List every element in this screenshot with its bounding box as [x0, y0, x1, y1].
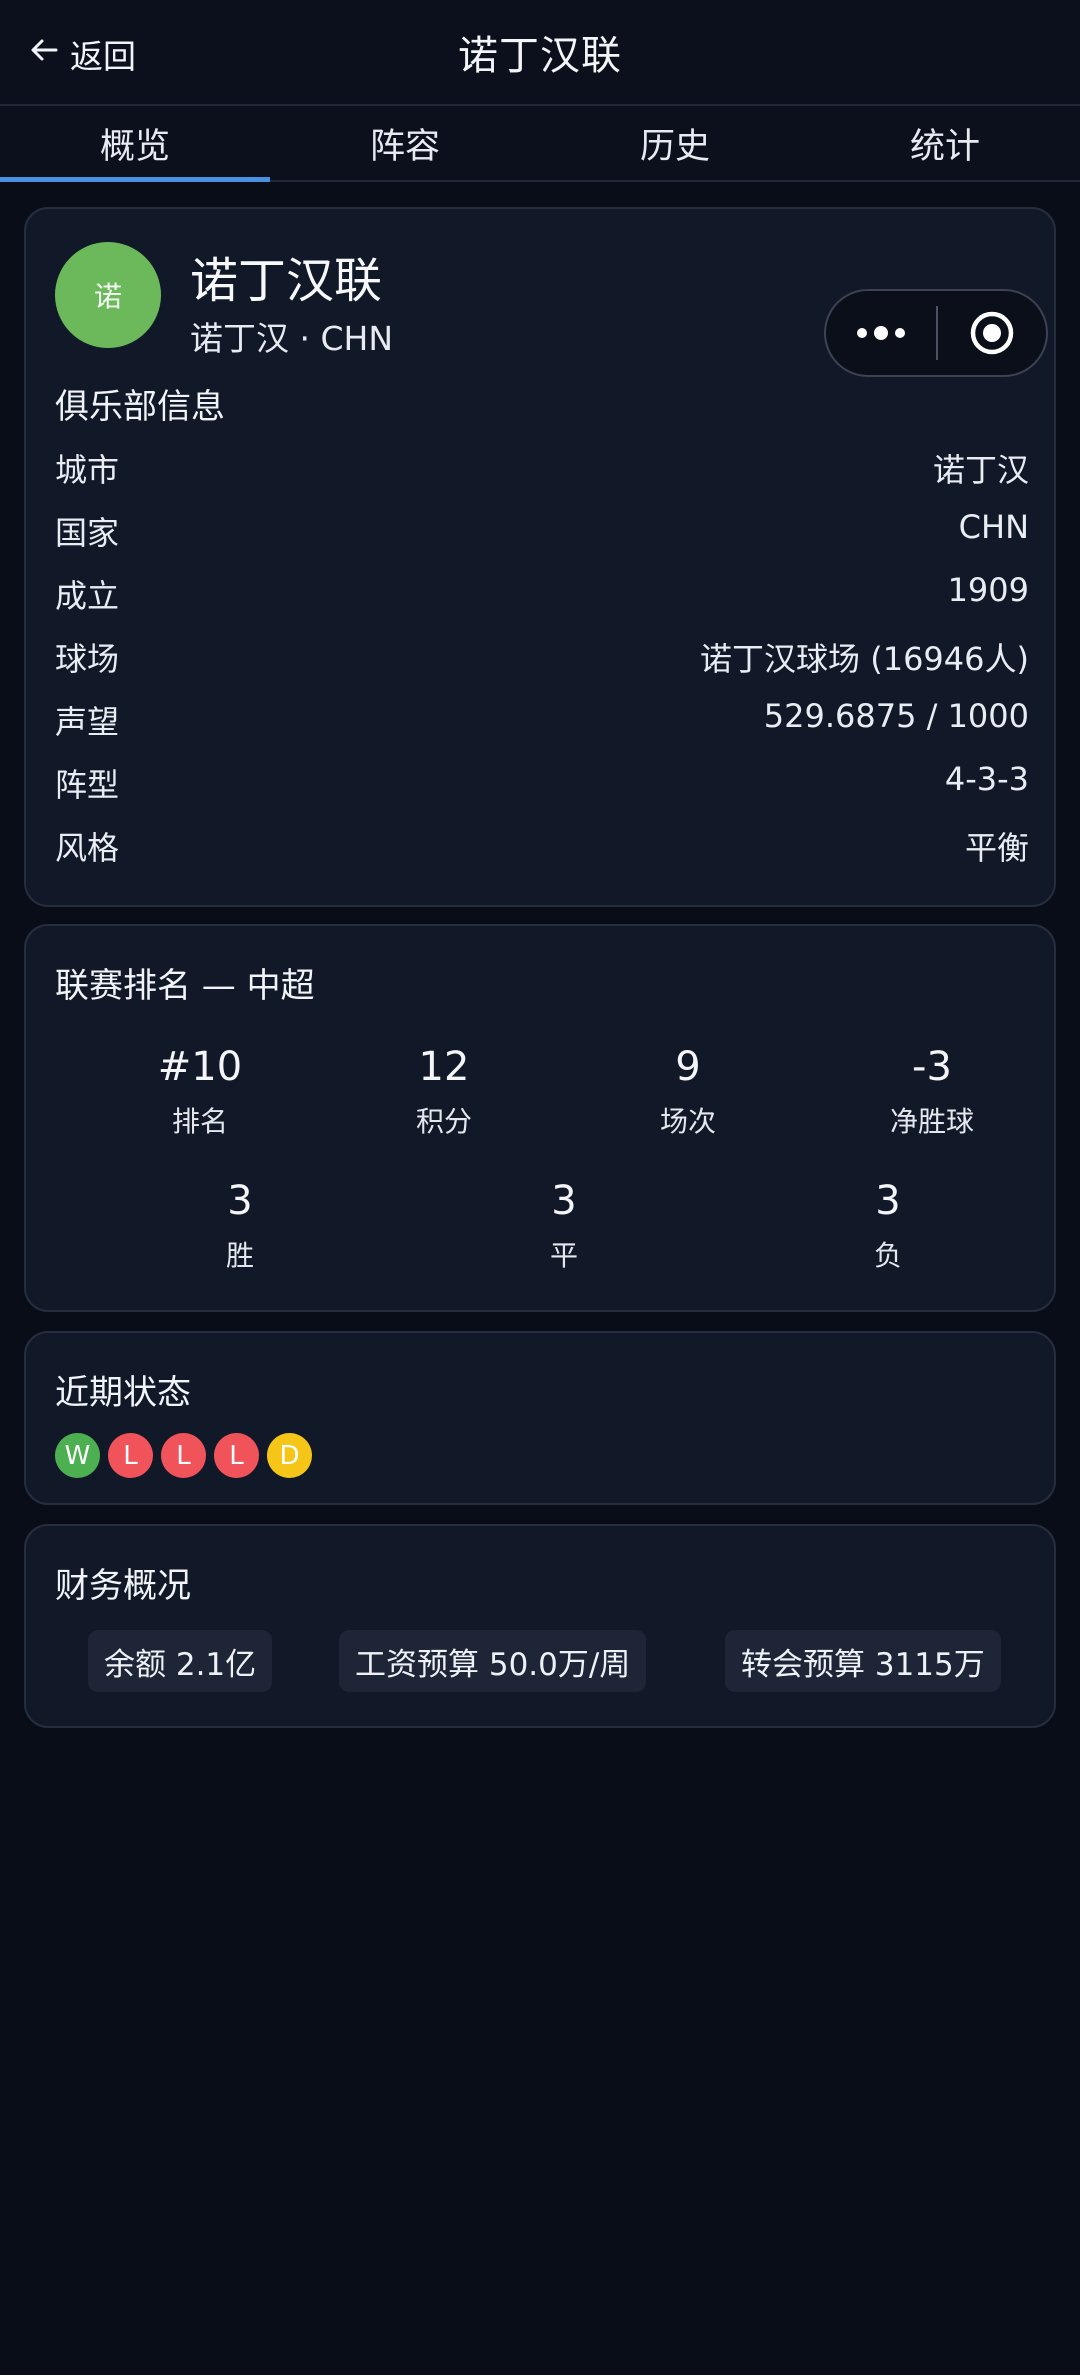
stat-value: 12 — [418, 1044, 470, 1090]
info-row-style: 风格 平衡 — [55, 823, 1029, 869]
info-value: 诺丁汉 — [932, 451, 1029, 489]
stat-value: 3 — [551, 1178, 577, 1224]
top-bar: 返回 诺丁汉联 — [0, 0, 1080, 104]
recent-form-card: 近期状态 W L L L D — [24, 1331, 1056, 1505]
target-close-icon — [970, 311, 1014, 355]
tab-history[interactable]: 历史 — [540, 106, 810, 180]
page-title: 诺丁汉联 — [458, 33, 622, 79]
club-detail-page: 返回 诺丁汉联 概览 阵容 历史 统计 诺 诺丁汉联 诺丁汉 · CHN 俱乐部… — [0, 0, 1080, 2375]
stat-label: 负 — [873, 1239, 902, 1272]
miniprogram-capsule — [824, 289, 1048, 377]
league-title: 联赛排名 — 中超 — [55, 966, 315, 1006]
info-label: 阵型 — [55, 766, 120, 804]
stat-label: 净胜球 — [889, 1105, 974, 1138]
stat-value: 9 — [675, 1044, 701, 1090]
stat-value: -3 — [912, 1044, 952, 1090]
info-row-reputation: 声望 529.6875 / 1000 — [55, 697, 1029, 743]
stat-label: 积分 — [415, 1105, 472, 1138]
transfer-budget-chip: 转会预算 3115万 — [725, 1630, 1001, 1692]
stat-goal-diff: -3 净胜球 — [852, 1044, 1012, 1140]
stat-label: 场次 — [659, 1105, 716, 1138]
more-dot-right — [895, 328, 905, 338]
stat-label: 平 — [549, 1239, 578, 1272]
info-value: 1909 — [947, 571, 1029, 609]
stat-value: 3 — [227, 1178, 253, 1224]
info-value: 529.6875 / 1000 — [763, 697, 1029, 735]
back-label: 返回 — [70, 37, 136, 76]
tab-squad[interactable]: 阵容 — [270, 106, 540, 180]
stat-label: 胜 — [225, 1239, 254, 1272]
info-label: 风格 — [55, 829, 120, 867]
info-value: CHN — [958, 508, 1029, 546]
avatar-text: 诺 — [93, 280, 122, 313]
arrow-left-icon — [28, 34, 60, 74]
form-results: W L L L D — [55, 1433, 312, 1478]
info-value: 诺丁汉球场 (16946人) — [700, 640, 1029, 678]
info-row-formation: 阵型 4-3-3 — [55, 760, 1029, 806]
stat-points: 12 积分 — [364, 1044, 524, 1140]
info-row-city: 城市 诺丁汉 — [55, 445, 1029, 491]
stat-draws: 3 平 — [484, 1178, 644, 1274]
info-value: 平衡 — [964, 829, 1029, 867]
wage-budget-chip: 工资预算 50.0万/周 — [339, 1630, 647, 1692]
stat-rank: #10 排名 — [120, 1044, 280, 1140]
league-standing-card: 联赛排名 — 中超 #10 排名 12 积分 9 场次 -3 净胜球 3 胜 3… — [24, 924, 1056, 1312]
stat-label: 排名 — [171, 1105, 228, 1138]
info-row-country: 国家 CHN — [55, 508, 1029, 554]
finance-title: 财务概况 — [55, 1566, 191, 1606]
info-row-founded: 成立 1909 — [55, 571, 1029, 617]
more-button[interactable] — [826, 291, 936, 375]
stat-played: 9 场次 — [608, 1044, 768, 1140]
stat-losses: 3 负 — [808, 1178, 968, 1274]
club-info-card: 诺 诺丁汉联 诺丁汉 · CHN 俱乐部信息 城市 诺丁汉 国家 CHN 成立 … — [24, 207, 1056, 907]
club-avatar: 诺 — [55, 242, 161, 348]
club-name: 诺丁汉联 — [190, 253, 383, 309]
info-label: 球场 — [55, 640, 120, 678]
form-result-badge: L — [214, 1433, 259, 1478]
info-label: 国家 — [55, 514, 120, 552]
stat-value: 3 — [875, 1178, 901, 1224]
club-info-title: 俱乐部信息 — [55, 387, 225, 427]
stat-value: #10 — [157, 1044, 243, 1090]
club-subtitle: 诺丁汉 · CHN — [190, 319, 394, 358]
stat-wins: 3 胜 — [160, 1178, 320, 1274]
more-dots-icon — [857, 328, 867, 338]
form-result-badge: L — [108, 1433, 153, 1478]
more-dot-center — [874, 326, 888, 340]
tab-overview[interactable]: 概览 — [0, 106, 270, 182]
form-result-badge: W — [55, 1433, 100, 1478]
balance-chip: 余额 2.1亿 — [88, 1630, 273, 1692]
close-miniprogram-button[interactable] — [938, 291, 1046, 375]
form-title: 近期状态 — [55, 1373, 191, 1413]
info-label: 成立 — [55, 577, 120, 615]
tab-stats[interactable]: 统计 — [810, 106, 1080, 180]
form-result-badge: L — [161, 1433, 206, 1478]
back-button[interactable]: 返回 — [28, 30, 136, 78]
info-value: 4-3-3 — [944, 760, 1029, 798]
form-result-badge: D — [267, 1433, 312, 1478]
info-label: 声望 — [55, 703, 120, 741]
finance-card: 财务概况 余额 2.1亿 工资预算 50.0万/周 转会预算 3115万 — [24, 1524, 1056, 1728]
tab-bar: 概览 阵容 历史 统计 — [0, 104, 1080, 182]
info-label: 城市 — [55, 451, 120, 489]
info-row-stadium: 球场 诺丁汉球场 (16946人) — [55, 634, 1029, 680]
